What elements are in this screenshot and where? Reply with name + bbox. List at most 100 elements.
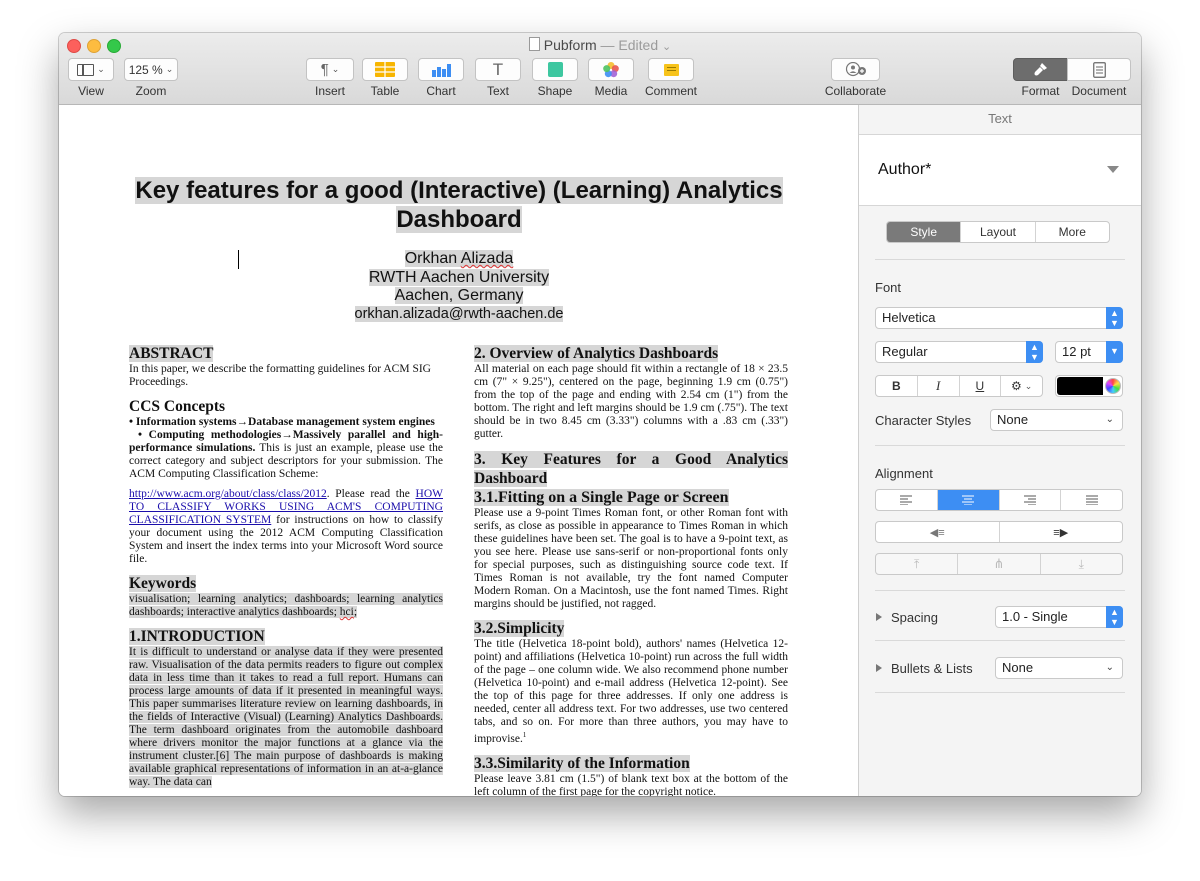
abstract-text: In this paper, we describe the formattin… bbox=[129, 363, 431, 388]
keywords-text: visualisation; learning analytics; dashb… bbox=[129, 593, 443, 618]
bullets-popup[interactable]: None ⌄ bbox=[995, 657, 1123, 679]
alignment-label: Alignment bbox=[875, 466, 933, 481]
comment-label: Comment bbox=[644, 84, 697, 98]
align-right-button[interactable] bbox=[1000, 490, 1062, 510]
outdent-icon: ◀≡ bbox=[929, 526, 945, 539]
collaborate-button[interactable] bbox=[831, 58, 880, 81]
paragraph-icon: ¶ bbox=[320, 61, 329, 78]
spacing-popup[interactable]: 1.0 - Single ▲ ▼ bbox=[995, 606, 1123, 628]
character-styles-popup[interactable]: None ⌄ bbox=[990, 409, 1123, 431]
media-label: Media bbox=[594, 84, 628, 98]
chevron-down-icon: ⌄ bbox=[331, 64, 340, 74]
pages-window: Pubform — Edited ⌄ ⌄ View 125 % ⌄ Zoom ¶… bbox=[59, 33, 1141, 796]
document-canvas[interactable]: Key features for a good (Interactive) (L… bbox=[59, 105, 858, 796]
tab-more[interactable]: More bbox=[1036, 222, 1109, 242]
character-styles-label: Character Styles bbox=[875, 413, 972, 428]
author-email[interactable]: orkhan.alizada@rwth-aachen.de bbox=[119, 305, 799, 323]
chevron-down-icon: ▼ bbox=[1106, 341, 1123, 363]
title-chevron-icon[interactable]: ⌄ bbox=[662, 41, 671, 53]
comment-button[interactable] bbox=[648, 58, 694, 81]
chart-button[interactable] bbox=[418, 58, 464, 81]
chart-icon bbox=[432, 64, 451, 77]
insert-button[interactable]: ¶ ⌄ bbox=[306, 58, 354, 81]
tab-layout[interactable]: Layout bbox=[961, 222, 1036, 242]
font-style-popup[interactable]: Regular ▲ ▼ bbox=[875, 341, 1043, 363]
updown-chevron-icon: ▲ ▼ bbox=[1106, 606, 1123, 628]
align-left-button[interactable] bbox=[876, 490, 938, 510]
document-label: Document bbox=[1071, 84, 1127, 98]
font-emphasis-buttons: B I U ⚙ ⌄ bbox=[875, 375, 1043, 397]
media-button[interactable] bbox=[588, 58, 634, 81]
edited-status[interactable]: — Edited bbox=[601, 37, 659, 53]
paintbrush-icon bbox=[1034, 63, 1047, 76]
format-button[interactable] bbox=[1013, 58, 1068, 81]
chart-label: Chart bbox=[426, 84, 456, 98]
underline-button[interactable]: U bbox=[960, 376, 1002, 396]
indent-buttons: ◀≡ ≡▶ bbox=[875, 521, 1123, 543]
align-bottom-button[interactable]: ⤓ bbox=[1041, 554, 1122, 574]
alignment-buttons bbox=[875, 489, 1123, 511]
bullets-label[interactable]: Bullets & Lists bbox=[891, 661, 973, 676]
bold-button[interactable]: B bbox=[876, 376, 918, 396]
toolbar: Pubform — Edited ⌄ ⌄ View 125 % ⌄ Zoom ¶… bbox=[59, 33, 1141, 105]
font-size-field[interactable]: 12 pt ▼ bbox=[1055, 341, 1123, 363]
decrease-indent-button[interactable]: ◀≡ bbox=[876, 522, 1000, 542]
author-name[interactable]: Orkhan Alizada bbox=[119, 250, 799, 268]
ccs-text-2: http://www.acm.org/about/class/class/201… bbox=[129, 488, 443, 565]
vertical-alignment-buttons: ⤒ ⋔ ⤓ bbox=[875, 553, 1123, 575]
align-bottom-icon: ⤓ bbox=[1078, 556, 1084, 571]
section33-heading: 3.3.Similarity of the Information bbox=[474, 754, 690, 772]
align-left-icon bbox=[900, 495, 913, 505]
chevron-down-icon: ⌄ bbox=[1024, 380, 1033, 391]
advanced-options-button[interactable]: ⚙ ⌄ bbox=[1001, 376, 1042, 396]
shape-button[interactable] bbox=[532, 58, 578, 81]
author-location[interactable]: Aachen, Germany bbox=[119, 287, 799, 305]
paragraph-style-chevron-icon[interactable] bbox=[1107, 166, 1119, 173]
chevron-down-icon: ⌄ bbox=[165, 64, 174, 74]
style-tabs: Style Layout More bbox=[886, 221, 1110, 243]
view-button[interactable]: ⌄ bbox=[68, 58, 114, 81]
color-wheel-icon[interactable] bbox=[1105, 378, 1121, 394]
paragraph-style-section[interactable]: Author* bbox=[859, 135, 1141, 206]
align-middle-button[interactable]: ⋔ bbox=[958, 554, 1041, 574]
document-button[interactable] bbox=[1067, 58, 1131, 81]
format-label: Format bbox=[1021, 84, 1060, 98]
acm-class-link[interactable]: http://www.acm.org/about/class/class/201… bbox=[129, 488, 327, 500]
abstract-heading: ABSTRACT bbox=[129, 345, 214, 362]
left-column[interactable]: ABSTRACT In this paper, we describe the … bbox=[129, 345, 443, 789]
format-inspector: Text Author* Style Layout More Font Helv… bbox=[858, 105, 1141, 796]
align-top-button[interactable]: ⤒ bbox=[876, 554, 959, 574]
spacing-label[interactable]: Spacing bbox=[891, 610, 938, 625]
ccs-heading: CCS Concepts bbox=[129, 398, 226, 415]
font-family-popup[interactable]: Helvetica ▲ ▼ bbox=[875, 307, 1123, 329]
right-column[interactable]: 2. Overview of Analytics Dashboards All … bbox=[474, 345, 788, 796]
author-affiliation[interactable]: RWTH Aachen University bbox=[119, 269, 799, 287]
updown-chevron-icon: ▲ ▼ bbox=[1026, 341, 1043, 363]
bullets-disclosure-icon[interactable] bbox=[876, 664, 882, 672]
gear-icon: ⚙ bbox=[1010, 379, 1022, 393]
font-label: Font bbox=[875, 280, 902, 295]
text-color-well[interactable] bbox=[1055, 375, 1123, 397]
text-button[interactable]: T bbox=[475, 58, 521, 81]
spacing-disclosure-icon[interactable] bbox=[876, 613, 882, 621]
increase-indent-button[interactable]: ≡▶ bbox=[1000, 522, 1123, 542]
paragraph-style-name: Author* bbox=[878, 161, 932, 178]
justify-button[interactable] bbox=[1061, 490, 1122, 510]
table-icon bbox=[375, 62, 395, 77]
updown-chevron-icon: ▲ ▼ bbox=[1106, 307, 1123, 329]
zoom-value: 125 % bbox=[128, 62, 163, 77]
shape-label: Shape bbox=[537, 84, 573, 98]
section31-heading: 3.1.Fitting on a Single Page or Screen bbox=[474, 489, 729, 506]
italic-button[interactable]: I bbox=[918, 376, 960, 396]
text-color-swatch bbox=[1057, 377, 1103, 395]
section31-text: Please use a 9-point Times Roman font, o… bbox=[474, 507, 788, 610]
tab-style[interactable]: Style bbox=[887, 222, 962, 242]
inspector-header[interactable]: Text bbox=[859, 105, 1141, 135]
section32-text: The title (Helvetica 18-point bold), aut… bbox=[474, 638, 788, 745]
align-center-button[interactable] bbox=[937, 490, 1000, 510]
zoom-popup[interactable]: 125 % ⌄ bbox=[124, 58, 178, 81]
introduction-text: It is difficult to understand or analyse… bbox=[129, 646, 443, 788]
table-button[interactable] bbox=[362, 58, 408, 81]
paper-title[interactable]: Key features for a good (Interactive) (L… bbox=[119, 176, 799, 234]
document-file-icon bbox=[528, 37, 540, 51]
